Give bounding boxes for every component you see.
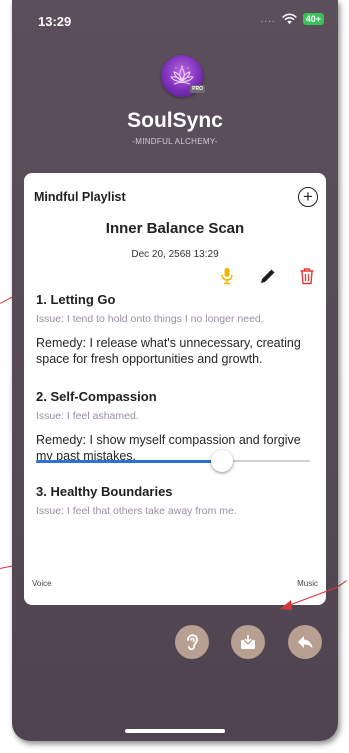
list-item[interactable]: 3. Healthy Boundaries Issue: I feel that… (36, 484, 318, 519)
status-time: 13:29 (38, 14, 72, 29)
hearing-button[interactable] (175, 625, 209, 659)
item-issue: Issue: I tend to hold onto things I no l… (36, 313, 264, 325)
screenshot-canvas: 13:29 .... 40+ PRO SoulSync -MINDFUL ALC… (0, 0, 349, 753)
download-button[interactable] (231, 625, 265, 659)
phone-screen: 13:29 .... 40+ PRO SoulSync -MINDFUL ALC… (12, 0, 338, 741)
home-indicator[interactable] (125, 729, 225, 733)
slider-thumb[interactable] (211, 450, 234, 472)
playlist-tools (218, 266, 316, 286)
hearing-icon (187, 634, 198, 651)
status-indicators: .... 40+ (261, 13, 324, 25)
pencil-icon (260, 269, 274, 283)
trash-icon (300, 268, 314, 285)
download-icon (241, 635, 255, 649)
share-icon (298, 636, 313, 649)
delete-button[interactable] (298, 266, 316, 286)
mix-slider-labels: Voice Music (32, 579, 318, 588)
annotation-line-right (338, 580, 347, 587)
add-item-button[interactable]: + (298, 187, 318, 207)
music-label: Music (297, 579, 318, 588)
pro-badge: PRO (190, 85, 205, 93)
battery-indicator: 40+ (302, 13, 324, 25)
app-tagline: -MINDFUL ALCHEMY- (132, 137, 218, 146)
voice-music-slider[interactable] (36, 450, 310, 472)
slider-fill (36, 460, 223, 463)
item-remedy: Remedy: I release what's unnecessary, cr… (36, 336, 301, 366)
share-button[interactable] (288, 625, 322, 659)
affirmation-list: 1. Letting Go Issue: I tend to hold onto… (36, 292, 318, 519)
record-button[interactable] (218, 266, 236, 286)
signal-dots: .... (260, 13, 276, 25)
annotation-line-left-top (0, 296, 13, 304)
voice-label: Voice (32, 579, 52, 588)
app-logo: PRO (161, 55, 205, 97)
item-title: 3. Healthy Boundaries (36, 484, 173, 499)
wifi-icon (282, 13, 297, 25)
app-name: SoulSync (127, 109, 223, 132)
lotus-icon (170, 65, 194, 85)
playlist-card: Mindful Playlist + Inner Balance Scan De… (24, 173, 326, 605)
scan-title: Inner Balance Scan (105, 220, 245, 237)
item-title: 1. Letting Go (36, 292, 116, 307)
edit-button[interactable] (258, 266, 276, 286)
scan-date: Dec 20, 2568 13:29 (131, 249, 219, 260)
microphone-icon (221, 268, 233, 285)
item-issue: Issue: I feel that others take away from… (36, 505, 237, 517)
plus-circle-icon: + (303, 187, 313, 206)
item-title: 2. Self-Compassion (36, 389, 157, 404)
item-issue: Issue: I feel ashamed. (36, 410, 139, 422)
list-item[interactable]: 1. Letting Go Issue: I tend to hold onto… (36, 292, 318, 367)
playlist-header: Mindful Playlist (34, 190, 126, 204)
